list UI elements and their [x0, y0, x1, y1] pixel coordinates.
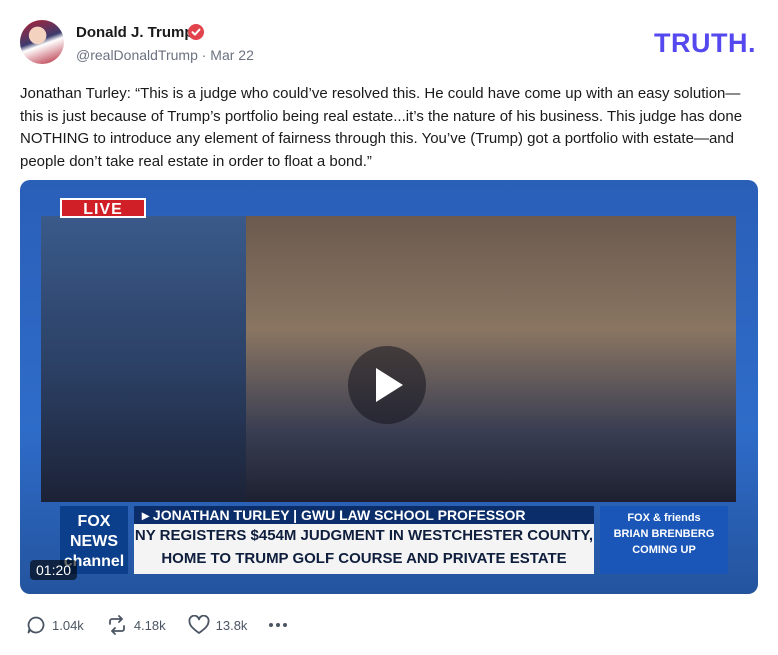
show-promo: FOX & friends BRIAN BRENBERG COMING UP [600, 506, 728, 574]
author-name[interactable]: Donald J. Trump [76, 24, 194, 41]
handle-and-date[interactable]: @realDonaldTrump · Mar 22 [76, 47, 254, 63]
post-actions: 1.04k 4.18k 13.8k [26, 613, 290, 637]
like-count: 13.8k [215, 617, 248, 633]
play-button[interactable] [348, 346, 426, 424]
guest-name-bar: ▸ JONATHAN TURLEY | GWU LAW SCHOOL PROFE… [134, 506, 594, 524]
reply-icon [27, 616, 45, 634]
live-badge: LIVE [60, 198, 146, 218]
retruth-button[interactable]: 4.18k [106, 615, 166, 635]
news-lower-third: FOX NEWS channel ▸ JONATHAN TURLEY | GWU… [60, 506, 730, 576]
post-text: Jonathan Turley: “This is a judge who co… [20, 85, 743, 170]
retruth-count: 4.18k [133, 617, 166, 633]
video-player[interactable]: LIVE FOX NEWS channel ▸ JONATHAN TURLEY … [20, 180, 758, 594]
video-frame-right [246, 216, 736, 502]
verified-badge-icon [188, 24, 204, 40]
more-dot [269, 623, 274, 627]
reply-count: 1.04k [52, 617, 84, 633]
post-header: Donald J. Trump @realDonaldTrump · Mar 2… [20, 20, 758, 66]
more-dot [283, 623, 288, 627]
promo-status: COMING UP [632, 544, 696, 556]
like-icon [188, 615, 210, 634]
reply-button[interactable]: 1.04k [26, 615, 84, 635]
like-button[interactable]: 13.8k [188, 615, 248, 635]
promo-show: FOX & friends [627, 512, 701, 524]
video-duration: 01:20 [30, 560, 78, 580]
more-icon[interactable] [269, 613, 290, 637]
retruth-icon [108, 615, 125, 635]
news-headline: NY REGISTERS $454M JUDGMENT IN WESTCHEST… [134, 524, 594, 574]
video-frame-left [41, 216, 246, 502]
more-dot [276, 623, 281, 627]
truth-logo: TRUTH. [654, 28, 756, 58]
promo-host: BRIAN BRENBERG [613, 528, 715, 540]
avatar[interactable] [20, 20, 64, 64]
play-icon [376, 368, 403, 402]
